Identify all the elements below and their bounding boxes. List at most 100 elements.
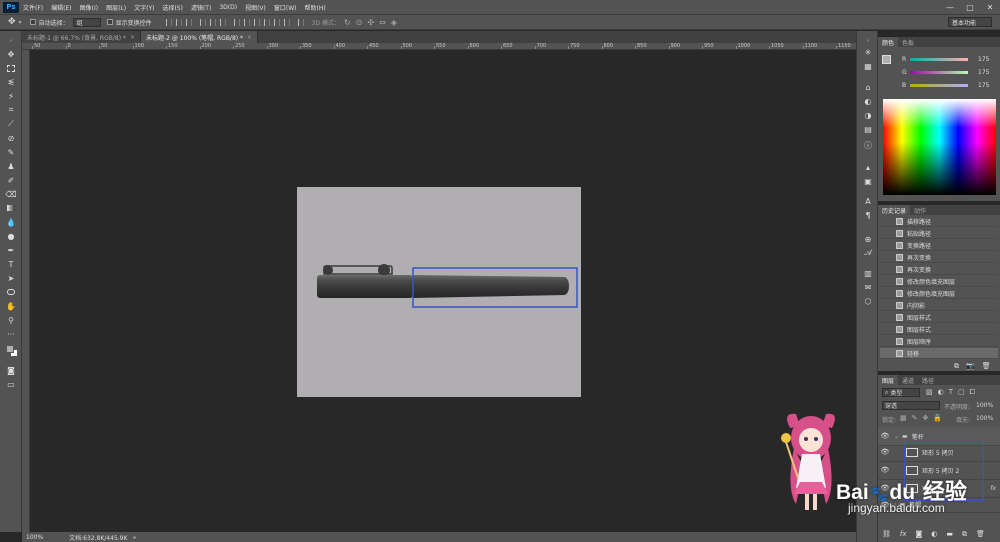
color-swatches[interactable] [5, 343, 19, 357]
menu-select[interactable]: 选择(S) [162, 3, 183, 12]
history-item[interactable]: 图层样式 [880, 324, 998, 335]
quick-mask-icon[interactable]: ◙ [5, 364, 17, 376]
healing-brush-tool-icon[interactable]: ⊘ [5, 132, 17, 144]
visibility-eye-icon[interactable]: 👁 [880, 484, 890, 492]
type-filter-icon[interactable]: T [949, 388, 953, 397]
crop-tool-icon[interactable]: ⌗ [5, 104, 17, 116]
tab-channels[interactable]: 通道 [898, 375, 918, 385]
close-window-button[interactable]: ✕ [980, 0, 1000, 14]
move-tool-icon[interactable]: ✥ [5, 48, 17, 60]
lock-pixels-icon[interactable]: ✎ [912, 414, 918, 422]
shape-filter-icon[interactable]: ▢ [958, 388, 965, 397]
character-panel-icon[interactable]: ⌂ [862, 81, 874, 93]
slide-3d-icon[interactable]: ⇔ [379, 18, 386, 27]
snapshot-icon[interactable]: 📷 [966, 362, 975, 371]
tab-actions[interactable]: 动作 [910, 205, 930, 215]
new-document-from-state-icon[interactable]: ⧉ [954, 362, 959, 371]
align-left-icon[interactable] [199, 18, 206, 26]
auto-select-dropdown[interactable]: 组 [72, 17, 101, 27]
gradient-tool-icon[interactable] [5, 202, 17, 214]
menu-edit[interactable]: 编辑(E) [51, 3, 71, 12]
tab-document-1[interactable]: 未标题-1 @ 66.7% (背景, RGB/8) * × [22, 31, 141, 43]
distribute-hcenter-icon[interactable] [273, 18, 280, 26]
align-top-icon[interactable] [165, 18, 172, 26]
layer-filter-dropdown[interactable]: ⌕ 类型 [882, 388, 920, 397]
lock-all-icon[interactable]: 🔒 [933, 414, 942, 422]
lasso-tool-icon[interactable]: ᓬ [5, 76, 17, 88]
tab-color[interactable]: 颜色 [878, 37, 899, 47]
link-layers-icon[interactable]: ⛓ [882, 530, 891, 539]
auto-select-checkbox[interactable] [29, 19, 36, 25]
menu-help[interactable]: 帮助(H) [305, 3, 326, 12]
status-arrow-icon[interactable]: ▸ [133, 534, 136, 541]
tool-preset-chevron-icon[interactable]: ▾ [19, 19, 22, 26]
distribute-right-icon[interactable] [283, 18, 290, 26]
menu-type[interactable]: 文字(Y) [134, 3, 154, 12]
align-hcenter-icon[interactable] [209, 18, 216, 26]
menu-file[interactable]: 文件(F) [23, 3, 43, 12]
layer-effects-fx-icon[interactable]: fx [990, 485, 996, 492]
menu-image[interactable]: 图像(I) [80, 3, 98, 12]
visibility-eye-icon[interactable]: 👁 [880, 466, 890, 474]
3d-icon[interactable]: ⬡ [862, 295, 874, 307]
dodge-tool-icon[interactable]: ● [5, 230, 17, 242]
history-item-current[interactable]: 轻移 [880, 348, 998, 359]
glyphs-icon[interactable]: 𝒜 [862, 247, 874, 259]
vertical-ruler[interactable] [22, 50, 30, 532]
distribute-vcenter-icon[interactable] [243, 18, 250, 26]
group-expand-chevron-icon[interactable]: ⌄ [894, 433, 899, 440]
close-tab-icon[interactable]: × [247, 34, 252, 41]
history-item[interactable]: 变换路径 [880, 240, 998, 251]
rotate-3d-icon[interactable]: ↻ [344, 18, 351, 27]
character-icon[interactable]: A [862, 195, 874, 207]
green-value[interactable]: 175 [978, 69, 989, 76]
menu-view[interactable]: 视图(V) [245, 3, 266, 12]
history-item[interactable]: 描移路径 [880, 216, 998, 227]
tab-document-2[interactable]: 未标题-2 @ 100% (笔帽, RGB/8) * × [140, 31, 259, 43]
history-item[interactable]: 图层样式 [880, 312, 998, 323]
minimize-button[interactable]: — [940, 0, 960, 14]
distribute-top-icon[interactable] [233, 18, 240, 26]
zoom-level[interactable]: 100% [26, 534, 43, 541]
auto-align-icon[interactable] [297, 18, 304, 26]
menu-3d[interactable]: 3D(D) [219, 4, 237, 11]
blue-track[interactable] [910, 83, 968, 87]
tab-history[interactable]: 历史记录 [878, 205, 911, 215]
align-vcenter-icon[interactable] [175, 18, 182, 26]
adjustments-icon[interactable]: ◐ [862, 95, 874, 107]
menu-layer[interactable]: 图层(L) [106, 3, 126, 12]
adjustment-layer-icon[interactable]: ◐ [931, 530, 937, 539]
timeline-icon[interactable]: ▥ [862, 267, 874, 279]
document-canvas[interactable] [297, 187, 581, 397]
more-tools-icon[interactable]: ··· [5, 328, 17, 340]
paths-icon[interactable]: ⊕ [862, 233, 874, 245]
history-brush-tool-icon[interactable]: ✐ [5, 174, 17, 186]
lock-position-icon[interactable]: ✥ [923, 414, 929, 422]
magic-wand-tool-icon[interactable]: ⚡ [5, 90, 17, 102]
navigator-icon[interactable]: ▣ [862, 175, 874, 187]
tab-paths[interactable]: 路径 [918, 375, 938, 385]
lock-transparent-icon[interactable]: ▦ [900, 414, 907, 422]
distribute-bottom-icon[interactable] [253, 18, 260, 26]
path-selection-tool-icon[interactable]: ➤ [5, 272, 17, 284]
tab-layers[interactable]: 图层 [878, 375, 899, 385]
history-item[interactable]: 修改颜色填充图层 [880, 288, 998, 299]
screen-mode-icon[interactable]: ▭ [5, 378, 17, 390]
notes-icon[interactable]: ✉ [862, 281, 874, 293]
visibility-eye-icon[interactable]: 👁 [880, 432, 890, 440]
new-layer-icon[interactable]: ⧉ [962, 530, 967, 539]
history-item[interactable]: 再次变换 [880, 252, 998, 263]
type-tool-icon[interactable]: T [5, 258, 17, 270]
horizontal-ruler[interactable]: 50 0 50 100 150 200 250 300 350 400 450 500 550 600 65… [22, 43, 856, 50]
tools-collapse-icon[interactable]: » [5, 35, 17, 47]
eyedropper-tool-icon[interactable]: ⟋ [5, 118, 17, 130]
pixel-filter-icon[interactable]: ▨ [926, 388, 933, 397]
adjustment-filter-icon[interactable]: ◐ [938, 388, 944, 397]
delete-state-icon[interactable]: 🗑 [982, 362, 991, 371]
histogram-icon[interactable]: ▴ [862, 161, 874, 173]
scale-3d-icon[interactable]: ◈ [391, 18, 397, 27]
tab-swatches[interactable]: 色板 [898, 37, 918, 47]
add-style-fx-icon[interactable]: fx [900, 530, 907, 539]
blue-value[interactable]: 175 [978, 82, 989, 89]
history-item[interactable]: 内阴影 [880, 300, 998, 311]
